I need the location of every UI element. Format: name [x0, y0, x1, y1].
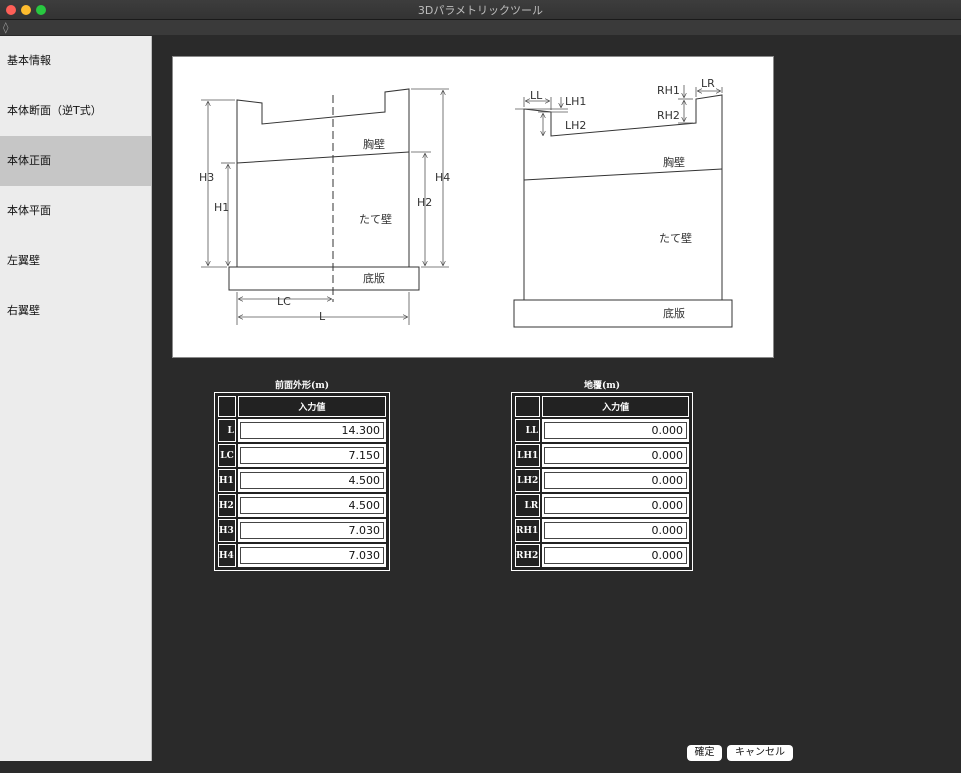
table-row: LL	[515, 419, 689, 442]
window-title: 3Dパラメトリックツール	[417, 4, 544, 17]
table-row: H2	[218, 494, 386, 517]
row-label: LC	[218, 444, 236, 467]
label-lh2: LH2	[565, 119, 586, 132]
row-label: LR	[515, 494, 541, 517]
label-rh2: RH2	[657, 109, 680, 122]
table-row: LH1	[515, 444, 689, 467]
h1-input[interactable]	[239, 472, 384, 489]
sidebar-item-basic-info[interactable]: 基本情報	[0, 36, 151, 86]
row-label: RH1	[515, 519, 541, 542]
confirm-button[interactable]: 確定	[687, 745, 722, 761]
column-header: 入力値	[542, 396, 689, 417]
side-base-slab-rect	[513, 299, 733, 328]
label-base-slab: 底版	[363, 271, 385, 285]
label-lr: LR	[701, 77, 715, 90]
label-h1: H1	[214, 201, 229, 214]
chest-wall-line	[236, 151, 410, 164]
row-label: LH2	[515, 469, 541, 492]
l-input[interactable]	[239, 422, 384, 439]
table-row: H1	[218, 469, 386, 492]
side-wall-outline	[523, 94, 723, 300]
h4-input[interactable]	[239, 547, 384, 564]
label-h4: H4	[435, 171, 450, 184]
cancel-button[interactable]: キャンセル	[727, 745, 793, 761]
front-shape-title: 前面外形(m)	[274, 381, 330, 391]
table-row: L	[218, 419, 386, 442]
cover-title: 地覆(m)	[583, 381, 621, 391]
table-row: LH2	[515, 469, 689, 492]
lh2-input[interactable]	[544, 472, 687, 489]
label-side-chest-wall: 胸壁	[663, 155, 685, 169]
row-label: H1	[218, 469, 236, 492]
label-ll: LL	[530, 89, 543, 102]
table-row: LR	[515, 494, 689, 517]
label-h3: H3	[199, 171, 214, 184]
lr-input[interactable]	[544, 497, 687, 514]
table-row: H3	[218, 519, 386, 542]
row-label: H3	[218, 519, 236, 542]
side-chest-wall-line	[523, 168, 723, 181]
label-rh1: RH1	[657, 84, 680, 97]
table-row: H4	[218, 544, 386, 567]
sidebar-item-body-section[interactable]: 本体断面（逆T式）	[0, 86, 151, 136]
abutment-front-diagram: H3 H1 H2 H4 LC L 胸壁 たて壁 底版 LL LH1 LH2 RH…	[172, 56, 774, 358]
diagram-svg: H3 H1 H2 H4 LC L 胸壁 たて壁 底版 LL LH1 LH2 RH…	[199, 77, 733, 328]
label-l: L	[319, 310, 326, 323]
row-label: L	[218, 419, 236, 442]
row-label: RH2	[515, 544, 541, 567]
label-side-base-slab: 底版	[663, 306, 685, 320]
table-corner	[218, 396, 236, 417]
table-row: RH1	[515, 519, 689, 542]
rh1-input[interactable]	[544, 522, 687, 539]
sidebar-item-body-front[interactable]: 本体正面	[0, 136, 151, 186]
row-label: H2	[218, 494, 236, 517]
sidebar-item-body-plan[interactable]: 本体平面	[0, 186, 151, 236]
lh1-input[interactable]	[544, 447, 687, 464]
table-row: RH2	[515, 544, 689, 567]
wall-outline	[236, 88, 410, 267]
toolbar: ◊	[0, 20, 961, 35]
label-chest-wall: 胸壁	[363, 137, 385, 151]
title-bar: 3Dパラメトリックツール	[0, 0, 961, 20]
base-slab-rect	[228, 266, 420, 291]
column-header: 入力値	[237, 396, 386, 417]
label-lh1: LH1	[565, 95, 586, 108]
row-label: LH1	[515, 444, 541, 467]
diamond-icon[interactable]: ◊	[3, 20, 8, 35]
rh2-input[interactable]	[544, 547, 687, 564]
sidebar-item-right-wing-wall[interactable]: 右翼壁	[0, 286, 151, 336]
table-row: LC	[218, 444, 386, 467]
h2-input[interactable]	[239, 497, 384, 514]
sidebar-item-left-wing-wall[interactable]: 左翼壁	[0, 236, 151, 286]
label-h2: H2	[417, 196, 432, 209]
label-vertical-wall: たて壁	[359, 212, 392, 226]
row-label: H4	[218, 544, 236, 567]
label-side-vertical-wall: たて壁	[659, 231, 692, 245]
table-corner	[515, 396, 541, 417]
ll-input[interactable]	[544, 422, 687, 439]
front-shape-table: 入力値 L LC H1 H2 H3 H4	[214, 392, 390, 571]
cover-table: 入力値 LL LH1 LH2 LR RH1 RH2	[511, 392, 693, 571]
row-label: LL	[515, 419, 541, 442]
label-lc: LC	[277, 295, 291, 308]
h3-input[interactable]	[239, 522, 384, 539]
sidebar: 基本情報 本体断面（逆T式） 本体正面 本体平面 左翼壁 右翼壁	[0, 36, 152, 761]
lc-input[interactable]	[239, 447, 384, 464]
